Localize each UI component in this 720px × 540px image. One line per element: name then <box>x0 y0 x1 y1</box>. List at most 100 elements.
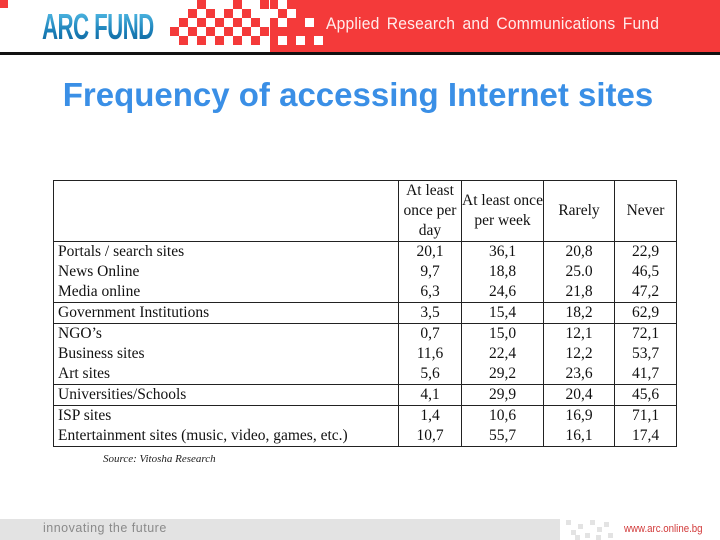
cell-never: 53,7 <box>614 344 677 364</box>
row-label: Entertainment sites (music, video, games… <box>58 427 348 444</box>
pixel-decoration <box>170 27 179 36</box>
cell-daily: 0,7 <box>398 323 462 344</box>
cell-weekly: 24,6 <box>461 282 544 303</box>
cell-weekly: 29,9 <box>461 384 544 406</box>
pixel-decoration <box>251 36 260 45</box>
table-row: Universities/Schools 4,1 29,9 20,4 45,6 <box>53 384 677 406</box>
row-label: Universities/Schools <box>53 384 399 406</box>
table-row: News Online 9,7 18,8 25.0 46,5 <box>54 262 677 282</box>
pixel-decoration <box>242 27 251 36</box>
footer-pixel <box>608 533 613 538</box>
header-tagline: Applied Research and Communications Fund <box>326 14 660 33</box>
row-label: NGO’s <box>58 325 102 342</box>
pixel-decoration <box>215 18 224 27</box>
pixel-decoration <box>215 36 224 45</box>
table-header-row: At least once per day At least once per … <box>53 180 677 242</box>
cell-weekly: 15,0 <box>461 323 544 344</box>
footer-pixel <box>597 527 602 532</box>
pixel-decoration <box>269 9 278 18</box>
cell-rarely: 12,2 <box>543 344 615 364</box>
cell-daily: 11,6 <box>398 344 462 364</box>
table-row: Art sites 5,6 29,2 23,6 41,7 <box>53 364 677 385</box>
footer-pixel <box>590 520 595 525</box>
table-row: Business sites 11,6 22,4 12,2 53,7 <box>54 344 677 364</box>
row-label: Business sites <box>58 345 145 362</box>
pixel-decoration <box>197 18 206 27</box>
pixel-decoration <box>188 9 197 18</box>
footer-tagline: innovating the future <box>43 521 167 535</box>
cell-rarely: 16,9 <box>543 405 615 426</box>
footer-pixel <box>566 520 571 525</box>
cell-daily: 4,1 <box>398 384 462 406</box>
cell-weekly: 15,4 <box>461 302 544 324</box>
cell-never: 47,2 <box>614 282 677 303</box>
source-note: Source: Vitosha Research <box>103 453 216 465</box>
pixel-decoration <box>224 9 233 18</box>
header-divider <box>0 52 720 55</box>
cell-weekly: 10,6 <box>461 405 544 426</box>
cell-rarely: 20,4 <box>543 384 615 406</box>
cell-daily: 3,5 <box>398 302 462 324</box>
pixel-decoration <box>188 27 197 36</box>
pixel-decoration <box>305 18 314 27</box>
slide-title: Frequency of accessing Internet sites <box>62 76 654 113</box>
footer-pixel <box>596 535 601 540</box>
table-row: Entertainment sites (music, video, games… <box>54 426 677 447</box>
column-header-rarely: Rarely <box>543 180 615 242</box>
column-header-weekly: At least once per week <box>461 180 544 242</box>
cell-rarely: 25.0 <box>543 262 615 282</box>
cell-never: 17,4 <box>614 426 677 447</box>
cell-never: 62,9 <box>614 302 677 324</box>
pixel-decoration <box>233 36 242 45</box>
pixel-decoration <box>224 27 233 36</box>
cell-daily: 5,6 <box>398 364 462 385</box>
arc-fund-logo: ARC FUND <box>42 6 154 47</box>
row-label: Media online <box>53 282 399 303</box>
cell-daily: 9,7 <box>398 262 462 282</box>
row-label: News Online <box>58 263 140 280</box>
cell-rarely: 16,1 <box>543 426 615 447</box>
table-row: NGO’s 0,7 15,0 12,1 72,1 <box>54 323 677 344</box>
cell-never: 41,7 <box>614 364 677 385</box>
pixel-decoration <box>260 0 269 9</box>
table-row: Portals / search sites 20,1 36,1 20,8 22… <box>54 241 677 262</box>
pixel-decoration <box>197 0 206 9</box>
pixel-decoration <box>179 18 188 27</box>
cell-rarely: 20,8 <box>543 241 615 262</box>
column-header-category <box>53 180 399 242</box>
cell-weekly: 22,4 <box>461 344 544 364</box>
pixel-decoration <box>233 0 242 9</box>
cell-never: 45,6 <box>614 384 677 406</box>
cell-daily: 6,3 <box>398 282 462 303</box>
pixel-decoration <box>278 0 287 9</box>
cell-rarely: 12,1 <box>543 323 615 344</box>
pixel-decoration <box>179 36 188 45</box>
pixel-decoration <box>206 27 215 36</box>
pixel-decoration <box>197 36 206 45</box>
table-row: ISP sites 1,4 10,6 16,9 71,1 <box>54 405 677 426</box>
table-row: Media online 6,3 24,6 21,8 47,2 <box>53 282 677 303</box>
header-banner: ARC FUND Applied Research and Communicat… <box>0 0 720 52</box>
pixel-decoration <box>287 9 296 18</box>
row-label: Art sites <box>53 364 399 385</box>
cell-daily: 20,1 <box>398 241 462 262</box>
cell-rarely: 21,8 <box>543 282 615 303</box>
cell-weekly: 29,2 <box>461 364 544 385</box>
pixel-decoration <box>251 18 260 27</box>
row-label: ISP sites <box>58 407 112 424</box>
cell-daily: 10,7 <box>398 426 462 447</box>
pixel-decoration <box>278 18 287 27</box>
pixel-decoration <box>314 36 323 45</box>
footer-website-link[interactable]: www.arc.online.bg <box>624 523 703 535</box>
cell-weekly: 36,1 <box>461 241 544 262</box>
cell-never: 71,1 <box>614 405 677 426</box>
row-label: Government Institutions <box>53 302 399 324</box>
cell-rarely: 18,2 <box>543 302 615 324</box>
footer-pixel <box>604 522 609 527</box>
column-header-daily: At least once per day <box>398 180 462 242</box>
cell-rarely: 23,6 <box>543 364 615 385</box>
corner-square-decoration <box>0 0 8 8</box>
row-label: Portals / search sites <box>58 243 185 260</box>
pixel-decoration <box>242 9 251 18</box>
pixel-decoration <box>296 36 305 45</box>
